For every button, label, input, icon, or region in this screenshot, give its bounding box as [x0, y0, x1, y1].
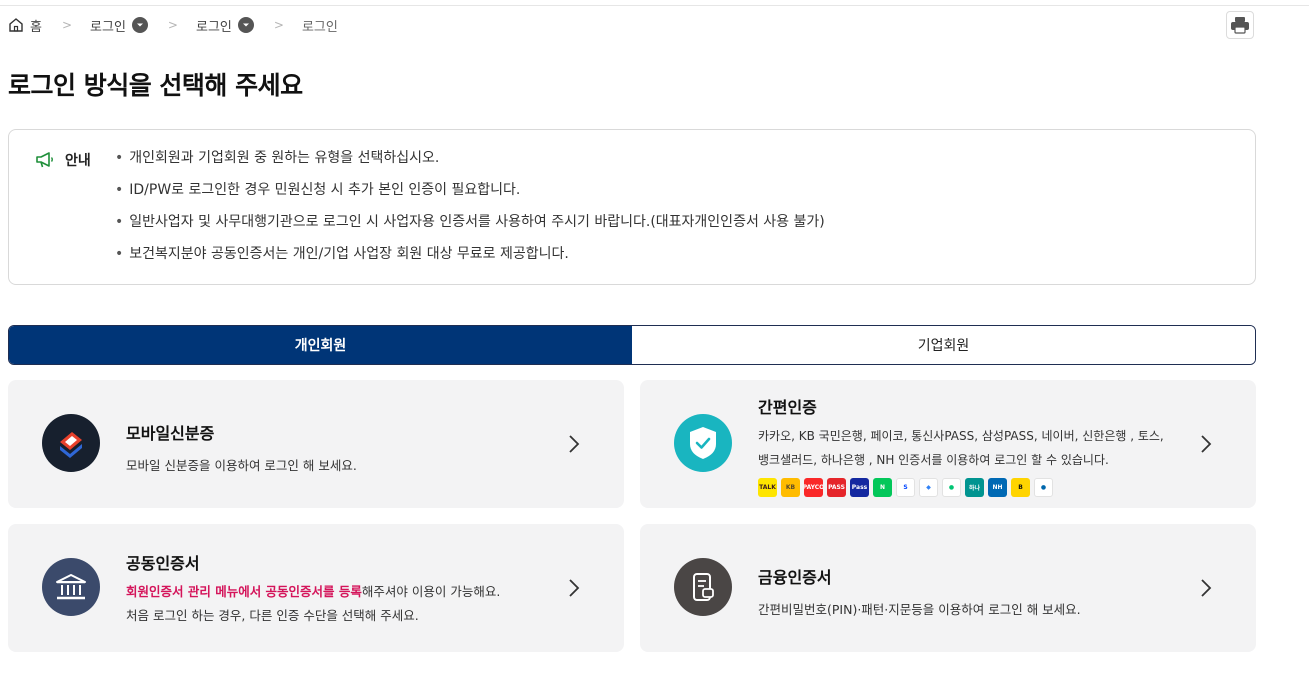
notice-label: 안내	[65, 153, 91, 169]
breadcrumb-item-1[interactable]: 로그인	[90, 16, 148, 35]
b-cert-logo-icon: B	[1011, 478, 1030, 497]
provider-logos: TALK KB PAYCO PASS Pass N S ◆ ● 하나 NH B ●	[758, 478, 1164, 497]
breadcrumb-home-label: 홈	[30, 19, 42, 35]
shield-check-icon	[674, 414, 732, 472]
mobile-id-text: 모바일신분증 모바일 신분증을 이용하여 로그인 해 보세요.	[126, 420, 357, 478]
notice-item: 보건복지분야 공동인증서는 개인/기업 사업장 회원 대상 무료로 제공합니다.	[115, 244, 825, 276]
joint-cert-desc-line2: 처음 로그인 하는 경우, 다른 인증 수단을 선택해 주세요.	[126, 608, 419, 623]
simple-auth-title: 간편인증	[758, 398, 817, 417]
hana-logo-icon: 하나	[965, 478, 984, 497]
naver-logo-icon: N	[873, 478, 892, 497]
finance-cert-text: 금융인증서 간편비밀번호(PIN)·패턴·지문등을 이용하여 로그인 해 보세요…	[758, 564, 1081, 622]
chevron-right-icon: >	[273, 18, 284, 32]
joint-cert-highlight-link[interactable]: 회원인증서 관리 메뉴에서 공동인증서를 등록	[126, 584, 362, 599]
finance-cert-desc: 간편비밀번호(PIN)·패턴·지문등을 이용하여 로그인 해 보세요.	[758, 602, 1081, 617]
toss-logo-icon: ◆	[919, 478, 938, 497]
finance-cert-login-card[interactable]: 금융인증서 간편비밀번호(PIN)·패턴·지문등을 이용하여 로그인 해 보세요…	[640, 524, 1256, 652]
finance-cert-title: 금융인증서	[758, 568, 832, 587]
joint-cert-title: 공동인증서	[126, 554, 200, 573]
pass-logo-icon: PASS	[827, 478, 846, 497]
simple-auth-desc-line2: 뱅크샐러드, 하나은행 , NH 인증서를 이용하여 로그인 할 수 있습니다.	[758, 453, 1109, 467]
banksalad-logo-icon: ●	[942, 478, 961, 497]
woori-logo-icon: ●	[1034, 478, 1053, 497]
simple-auth-desc-line1: 카카오, KB 국민은행, 페이코, 통신사PASS, 삼성PASS, 네이버,…	[758, 429, 1164, 443]
breadcrumb: 홈 > 로그인 > 로그인 > 로그인	[8, 16, 338, 35]
simple-auth-text: 간편인증 카카오, KB 국민은행, 페이코, 통신사PASS, 삼성PASS,…	[758, 394, 1164, 497]
breadcrumb-item-1-label: 로그인	[90, 19, 126, 35]
mobile-id-icon	[42, 414, 100, 472]
chevron-right-icon	[569, 579, 580, 597]
chevron-down-icon[interactable]	[131, 17, 148, 33]
tab-personal[interactable]: 개인회원	[9, 326, 632, 364]
joint-cert-login-card[interactable]: 공동인증서 회원인증서 관리 메뉴에서 공동인증서를 등록해주셔야 이용이 가능…	[8, 524, 624, 652]
breadcrumb-current: 로그인	[301, 19, 338, 35]
home-icon	[9, 18, 23, 32]
joint-cert-desc-line1: 회원인증서 관리 메뉴에서 공동인증서를 등록해주셔야 이용이 가능해요.	[126, 580, 500, 604]
simple-auth-login-card[interactable]: 간편인증 카카오, KB 국민은행, 페이코, 통신사PASS, 삼성PASS,…	[640, 380, 1256, 508]
samsung-pass-logo-icon: Pass	[850, 478, 869, 497]
notice-item: 개인회원과 기업회원 중 원하는 유형을 선택하십시오.	[115, 148, 825, 180]
notice-box: 안내 개인회원과 기업회원 중 원하는 유형을 선택하십시오. ID/PW로 로…	[8, 129, 1256, 285]
chevron-right-icon	[569, 435, 580, 453]
joint-cert-text: 공동인증서 회원인증서 관리 메뉴에서 공동인증서를 등록해주셔야 이용이 가능…	[126, 550, 500, 628]
bank-building-icon	[42, 558, 100, 616]
chevron-right-icon	[1201, 435, 1212, 453]
nh-logo-icon: NH	[988, 478, 1007, 497]
top-divider	[0, 5, 1309, 6]
joint-cert-desc-rest: 해주셔야 이용이 가능해요.	[361, 584, 501, 599]
chevron-right-icon	[1201, 579, 1212, 597]
printer-icon	[1231, 17, 1249, 34]
breadcrumb-item-2[interactable]: 로그인	[196, 16, 254, 35]
notice-item: 일반사업자 및 사무대행기관으로 로그인 시 사업자용 인증서를 사용하여 주시…	[115, 212, 824, 244]
breadcrumb-item-2-label: 로그인	[195, 19, 232, 35]
chevron-down-icon[interactable]	[237, 17, 254, 33]
payco-logo-icon: PAYCO	[804, 478, 823, 497]
shinhan-logo-icon: S	[896, 478, 915, 497]
mobile-id-title: 모바일신분증	[126, 424, 215, 443]
chevron-right-icon: >	[167, 18, 178, 32]
print-button[interactable]	[1226, 11, 1254, 39]
megaphone-icon	[36, 152, 53, 168]
breadcrumb-home[interactable]: 홈	[8, 16, 42, 35]
finance-cert-icon	[674, 558, 732, 616]
chevron-right-icon: >	[61, 18, 73, 32]
mobile-id-desc: 모바일 신분증을 이용하여 로그인 해 보세요.	[126, 458, 357, 473]
tab-business[interactable]: 기업회원	[632, 326, 1255, 364]
notice-item: ID/PW로 로그인한 경우 민원신청 시 추가 본인 인증이 필요합니다.	[115, 180, 825, 212]
notice-header: 안내	[35, 150, 91, 170]
mobile-id-login-card[interactable]: 모바일신분증 모바일 신분증을 이용하여 로그인 해 보세요.	[8, 380, 624, 508]
kb-logo-icon: KB	[781, 478, 800, 497]
notice-list: 개인회원과 기업회원 중 원하는 유형을 선택하십시오. ID/PW로 로그인한…	[115, 148, 825, 276]
kakao-logo-icon: TALK	[758, 478, 777, 497]
page-title: 로그인 방식을 선택해 주세요	[8, 71, 303, 100]
member-type-tabs: 개인회원 기업회원	[8, 325, 1256, 365]
